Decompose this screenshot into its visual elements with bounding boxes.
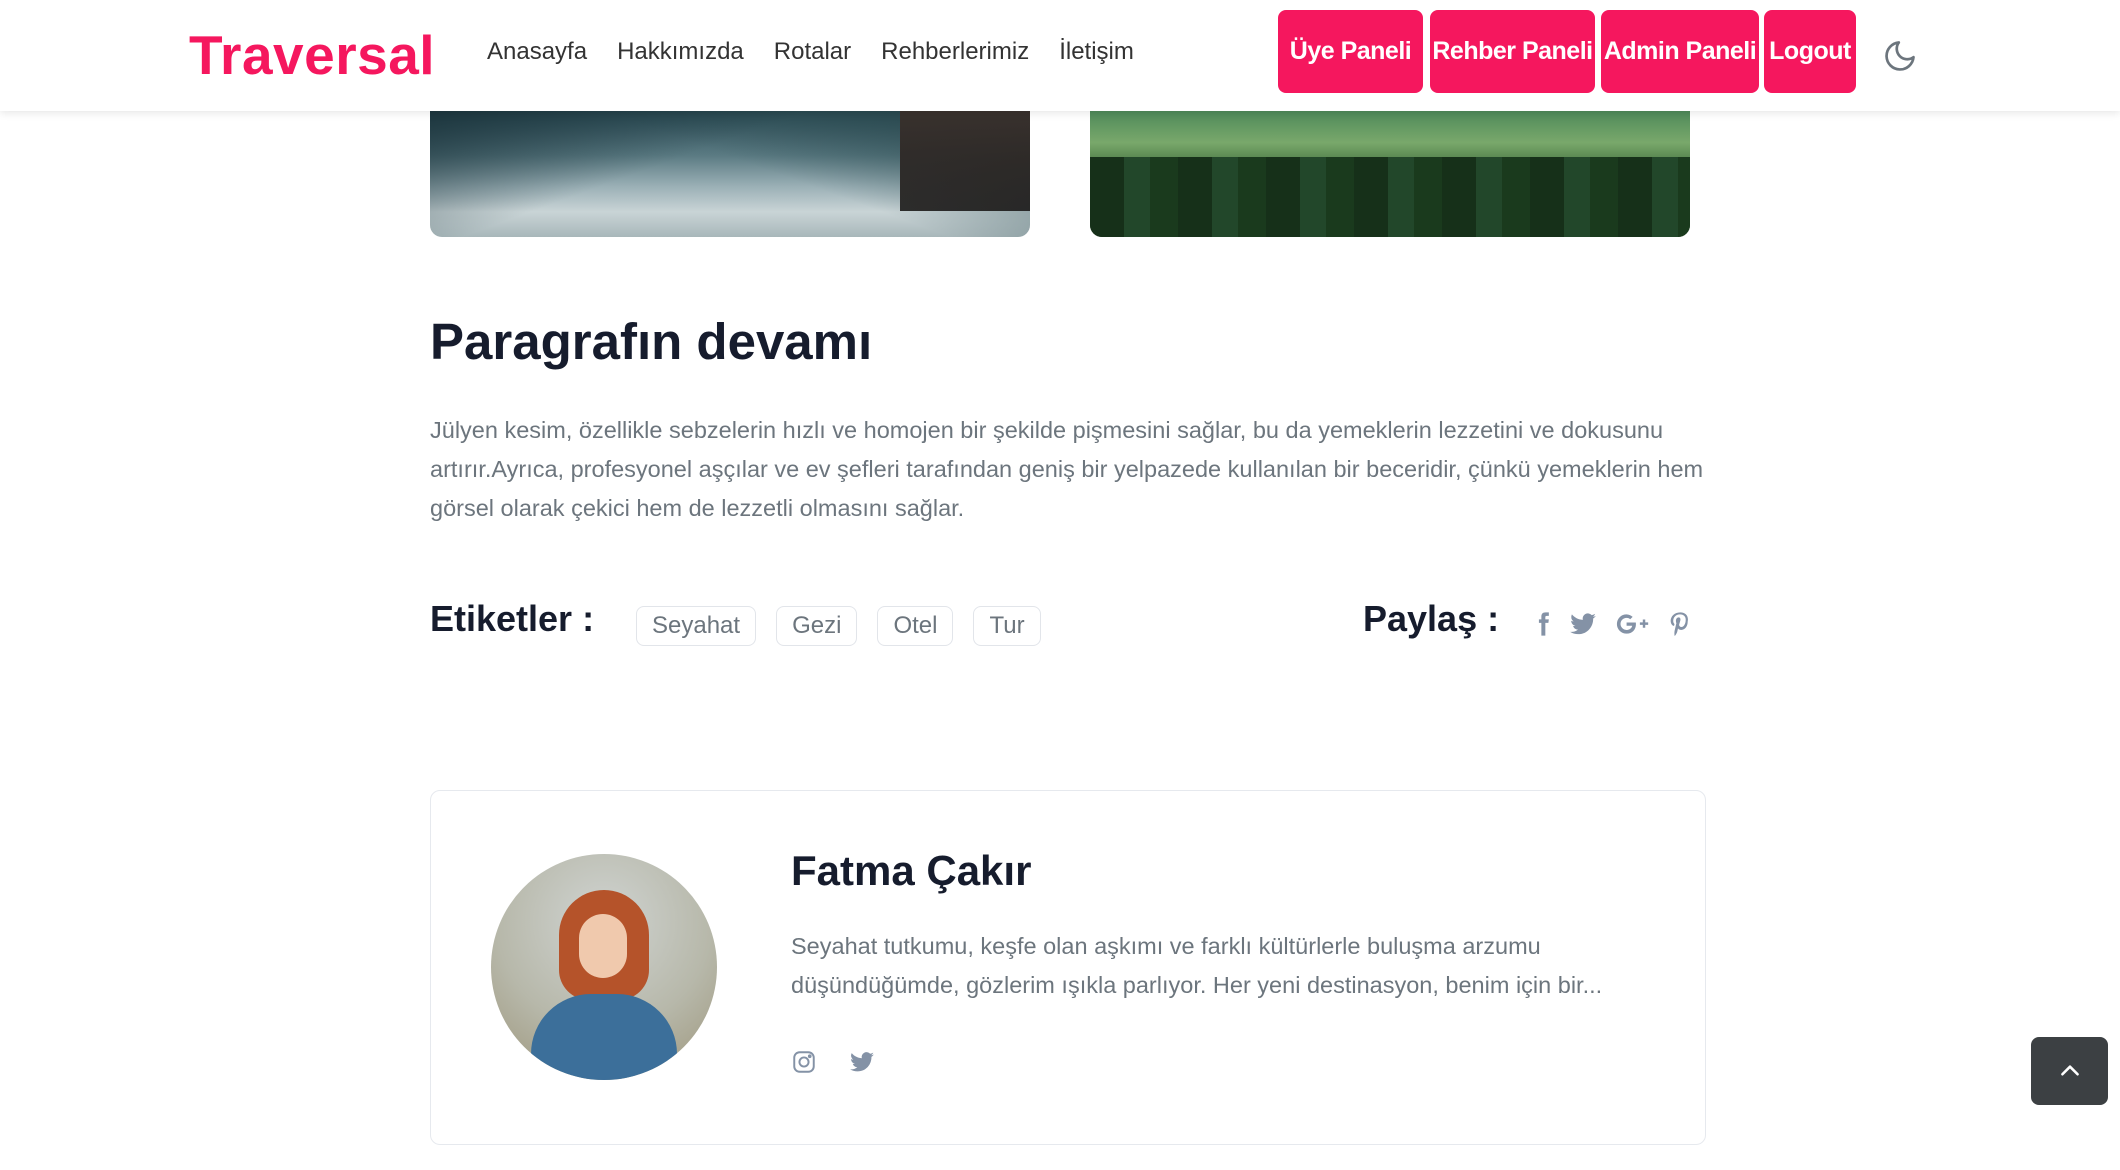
guide-panel-button[interactable]: Rehber Paneli [1430, 10, 1595, 93]
tag-item[interactable]: Tur [973, 606, 1041, 646]
tags-label: Etiketler : [430, 598, 595, 639]
instagram-icon[interactable] [791, 1049, 821, 1079]
nav-item-guides[interactable]: Rehberlerimiz [881, 34, 1029, 70]
chevron-up-icon [2060, 1065, 2079, 1076]
pinterest-icon[interactable] [1664, 608, 1696, 640]
tag-item[interactable]: Otel [877, 606, 954, 646]
member-panel-button[interactable]: Üye Paneli [1278, 10, 1423, 93]
author-card: Fatma Çakır Seyahat tutkumu, keşfe olan … [430, 790, 1706, 1145]
author-bio: Seyahat tutkumu, keşfe olan aşkımı ve fa… [791, 933, 1603, 998]
twitter-icon[interactable] [1567, 608, 1599, 640]
moon-icon[interactable] [1882, 38, 1918, 74]
nav-item-about[interactable]: Hakkımızda [617, 34, 744, 70]
author-name[interactable]: Fatma Çakır [791, 847, 1031, 895]
main-nav: Anasayfa Hakkımızda Rotalar Rehberlerimi… [487, 34, 1164, 70]
nav-item-contact[interactable]: İletişim [1059, 34, 1134, 70]
back-to-top-button[interactable] [2031, 1037, 2108, 1105]
forest-image [1090, 111, 1690, 237]
section-heading: Paragrafın devamı [430, 313, 873, 370]
twitter-icon[interactable] [849, 1049, 879, 1079]
site-logo[interactable]: Traversal [189, 22, 435, 88]
tag-item[interactable]: Gezi [776, 606, 858, 646]
tag-item[interactable]: Seyahat [636, 606, 757, 646]
nav-item-home[interactable]: Anasayfa [487, 34, 587, 70]
logout-button[interactable]: Logout [1764, 10, 1856, 93]
top-navbar: Traversal Anasayfa Hakkımızda Rotalar Re… [0, 0, 2120, 111]
admin-panel-button[interactable]: Admin Paneli [1601, 10, 1759, 93]
share-label: Paylaş : [1363, 598, 1500, 639]
tag-list: Seyahat Gezi Otel Tur [636, 606, 1061, 646]
facebook-icon[interactable] [1527, 608, 1559, 640]
lake-image [430, 111, 1030, 237]
nav-item-routes[interactable]: Rotalar [774, 34, 851, 70]
avatar [491, 854, 717, 1080]
article-paragraph: Jülyen kesim, özellikle sebzelerin hızlı… [430, 417, 1704, 521]
google-plus-icon[interactable] [1613, 608, 1653, 640]
